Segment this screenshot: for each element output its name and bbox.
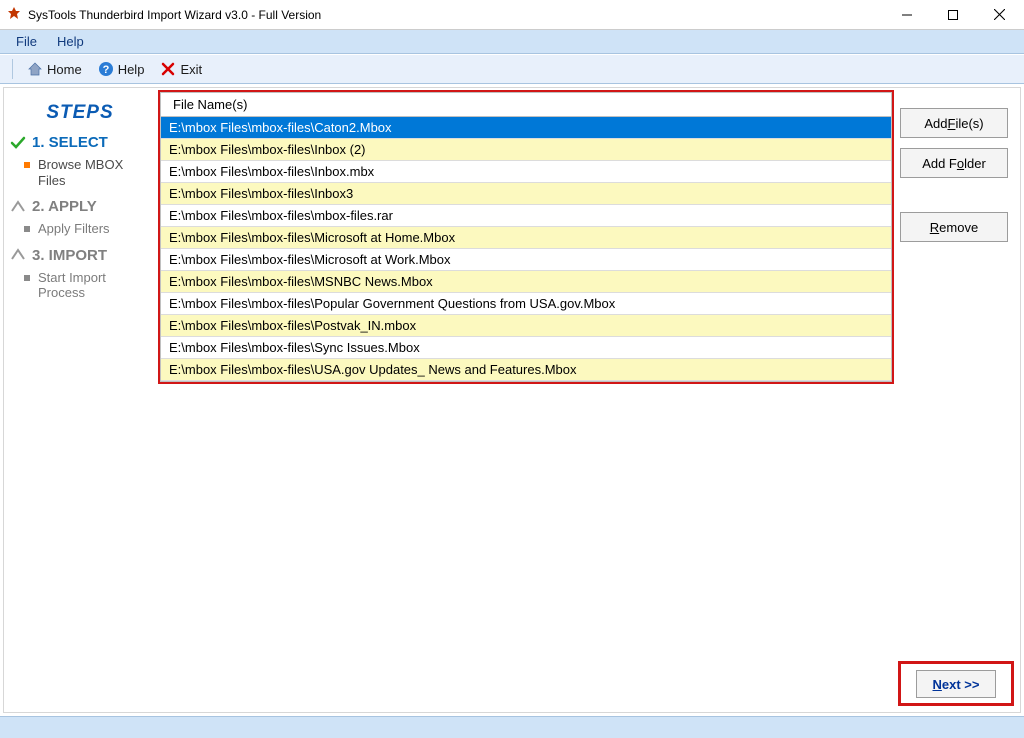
remove-label-u: R — [930, 220, 939, 235]
right-spacer — [900, 276, 1008, 627]
step-3-heading: 3. IMPORT — [10, 247, 150, 264]
step-1-sub: Browse MBOX Files — [24, 157, 150, 188]
window-title: SysTools Thunderbird Import Wizard v3.0 … — [28, 8, 884, 22]
add-button-group: Add File(s) Add Folder — [900, 108, 1008, 178]
remove-label-post: emove — [939, 220, 978, 235]
table-row[interactable]: E:\mbox Files\mbox-files\Postvak_IN.mbox — [161, 315, 891, 337]
add-folder-label-post: lder — [964, 156, 986, 171]
table-row[interactable]: E:\mbox Files\mbox-files\mbox-files.rar — [161, 205, 891, 227]
bullet-icon — [24, 162, 30, 168]
remove-button[interactable]: Remove — [900, 212, 1008, 242]
step-2-heading: 2. APPLY — [10, 198, 150, 215]
toolbar-exit-label: Exit — [180, 62, 202, 77]
next-button[interactable]: Next >> — [916, 670, 996, 698]
toolbar-home-label: Home — [47, 62, 82, 77]
table-row[interactable]: E:\mbox Files\mbox-files\Caton2.Mbox — [161, 117, 891, 139]
step-3-sub-label: Start Import Process — [38, 270, 150, 301]
table-row[interactable]: E:\mbox Files\mbox-files\Sync Issues.Mbo… — [161, 337, 891, 359]
app-logo-icon — [6, 7, 22, 23]
help-icon: ? — [98, 61, 114, 77]
window-controls — [884, 0, 1022, 30]
check-icon — [10, 135, 26, 151]
add-files-label-u: F — [948, 116, 956, 131]
status-bar — [0, 716, 1024, 738]
step-2-sub: Apply Filters — [24, 221, 150, 237]
right-button-panel: Add File(s) Add Folder Remove Next >> — [898, 88, 1020, 712]
steps-title: STEPS — [10, 102, 150, 124]
table-row[interactable]: E:\mbox Files\mbox-files\Inbox.mbx — [161, 161, 891, 183]
step-1-label: 1. SELECT — [32, 134, 108, 151]
file-list-panel: File Name(s) E:\mbox Files\mbox-files\Ca… — [156, 88, 898, 712]
file-list-spacer — [158, 384, 894, 708]
menu-help[interactable]: Help — [47, 32, 94, 51]
step-1-sub-label: Browse MBOX Files — [38, 157, 150, 188]
home-icon — [27, 61, 43, 77]
step-1-heading: 1. SELECT — [10, 134, 150, 151]
table-row[interactable]: E:\mbox Files\mbox-files\USA.gov Updates… — [161, 359, 891, 381]
add-folder-label-pre: Add F — [922, 156, 957, 171]
file-list-rows: E:\mbox Files\mbox-files\Caton2.MboxE:\m… — [161, 117, 891, 381]
toolbar-divider — [12, 59, 13, 79]
next-button-highlight: Next >> — [898, 661, 1014, 706]
menu-file[interactable]: File — [6, 32, 47, 51]
toolbar-exit-button[interactable]: Exit — [154, 59, 208, 79]
table-row[interactable]: E:\mbox Files\mbox-files\Inbox3 — [161, 183, 891, 205]
add-files-label-pre: Add — [924, 116, 947, 131]
bullet-icon — [24, 226, 30, 232]
next-label-u: N — [933, 677, 942, 692]
toolbar-help-label: Help — [118, 62, 145, 77]
toolbar-home-button[interactable]: Home — [21, 59, 88, 79]
arrow-icon — [10, 199, 26, 215]
main-content: STEPS 1. SELECT Browse MBOX Files 2. APP… — [3, 87, 1021, 713]
add-folder-button[interactable]: Add Folder — [900, 148, 1008, 178]
next-label-post: ext >> — [942, 677, 980, 692]
step-2-label: 2. APPLY — [32, 198, 97, 215]
file-list-highlight: File Name(s) E:\mbox Files\mbox-files\Ca… — [158, 90, 894, 384]
minimize-button[interactable] — [884, 0, 930, 30]
add-files-label-post: ile(s) — [955, 116, 983, 131]
file-list[interactable]: File Name(s) E:\mbox Files\mbox-files\Ca… — [160, 92, 892, 382]
exit-icon — [160, 61, 176, 77]
titlebar: SysTools Thunderbird Import Wizard v3.0 … — [0, 0, 1024, 30]
step-2-sub-label: Apply Filters — [38, 221, 110, 237]
maximize-button[interactable] — [930, 0, 976, 30]
bullet-icon — [24, 275, 30, 281]
step-3-label: 3. IMPORT — [32, 247, 107, 264]
table-row[interactable]: E:\mbox Files\mbox-files\Inbox (2) — [161, 139, 891, 161]
step-3-sub: Start Import Process — [24, 270, 150, 301]
arrow-icon — [10, 247, 26, 263]
svg-text:?: ? — [102, 64, 109, 76]
file-list-header[interactable]: File Name(s) — [161, 93, 891, 117]
table-row[interactable]: E:\mbox Files\mbox-files\Popular Governm… — [161, 293, 891, 315]
add-folder-label-u: o — [957, 156, 964, 171]
steps-sidebar: STEPS 1. SELECT Browse MBOX Files 2. APP… — [4, 88, 156, 712]
table-row[interactable]: E:\mbox Files\mbox-files\MSNBC News.Mbox — [161, 271, 891, 293]
toolbar: Home ? Help Exit — [0, 54, 1024, 84]
table-row[interactable]: E:\mbox Files\mbox-files\Microsoft at Ho… — [161, 227, 891, 249]
table-row[interactable]: E:\mbox Files\mbox-files\Microsoft at Wo… — [161, 249, 891, 271]
menubar: File Help — [0, 30, 1024, 54]
add-files-button[interactable]: Add File(s) — [900, 108, 1008, 138]
close-button[interactable] — [976, 0, 1022, 30]
remove-button-group: Remove — [900, 212, 1008, 242]
toolbar-help-button[interactable]: ? Help — [92, 59, 151, 79]
